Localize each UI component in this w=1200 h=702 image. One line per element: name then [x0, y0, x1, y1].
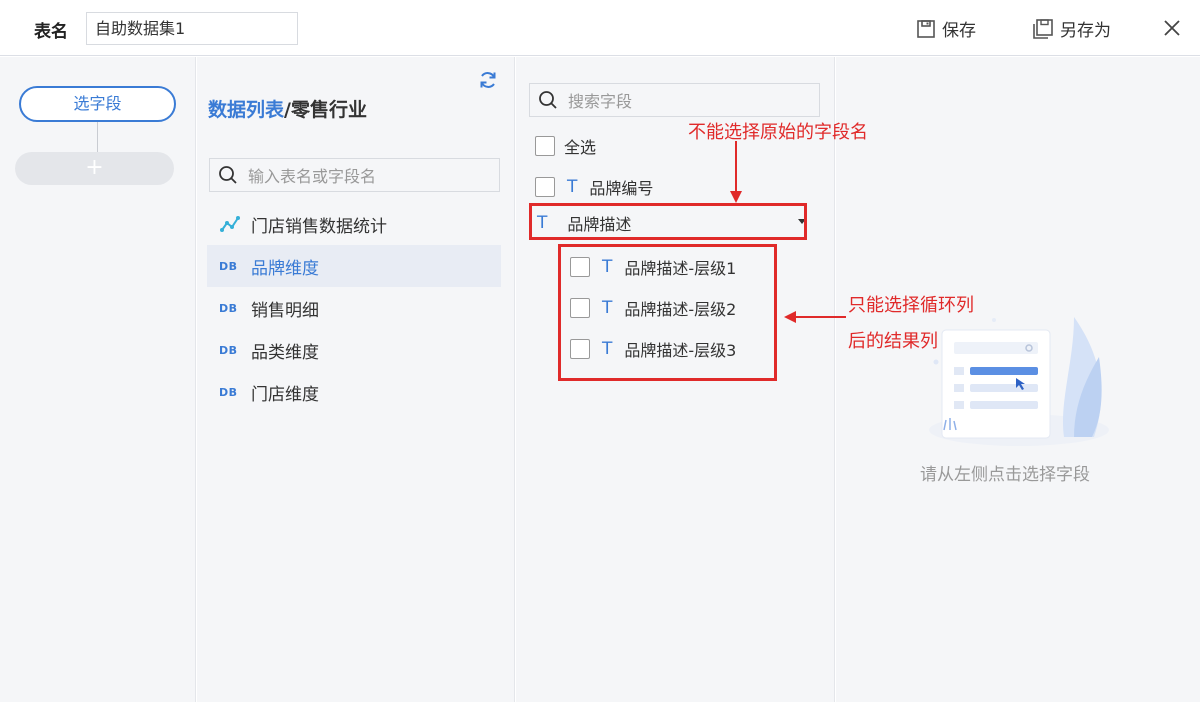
step-connector	[97, 122, 98, 152]
text-type-icon: T	[602, 339, 613, 359]
save-button[interactable]: 保存	[916, 16, 976, 41]
table-item-brand-dimension[interactable]: DB 品牌维度	[207, 245, 501, 287]
field-group-brand-desc[interactable]: T 品牌描述	[529, 206, 806, 240]
checkbox[interactable]	[570, 257, 590, 277]
field-panel: 搜索字段 全选 T 品牌编号 T 品牌描述 T 品牌描述-层级1 T 品牌描述-…	[516, 57, 835, 702]
field-label: 品牌描述-层级3	[624, 341, 737, 360]
sub-field-item[interactable]: T 品牌描述-层级2	[570, 296, 736, 320]
annotation-top-note: 不能选择原始的字段名	[688, 122, 868, 143]
data-list-title-prefix: 数据列表	[208, 99, 285, 121]
db-icon: DB	[219, 301, 238, 315]
sub-field-item[interactable]: T 品牌描述-层级3	[570, 337, 736, 361]
checkbox[interactable]	[535, 136, 555, 156]
save-as-icon	[1033, 18, 1053, 39]
step-select-fields[interactable]: 选字段	[19, 86, 176, 122]
annotation-side-note-line1: 只能选择循环列	[848, 295, 974, 316]
table-search-input[interactable]: 输入表名或字段名	[209, 158, 500, 192]
annotation-side-note-line2: 后的结果列	[848, 331, 938, 352]
preview-panel: 请从左侧点击选择字段	[836, 57, 1200, 702]
db-icon: DB	[219, 259, 238, 273]
steps-panel: 选字段 +	[0, 57, 196, 702]
text-type-icon: T	[602, 298, 613, 318]
add-step-button[interactable]: +	[15, 152, 174, 185]
field-search-placeholder: 搜索字段	[568, 92, 633, 111]
field-label: 品牌描述-层级2	[624, 300, 737, 319]
text-type-icon: T	[602, 257, 613, 277]
db-icon: DB	[219, 343, 238, 357]
table-item-sales-detail[interactable]: DB 销售明细	[207, 287, 501, 329]
close-icon[interactable]	[1162, 18, 1182, 38]
data-list-panel: 数据列表/零售行业 输入表名或字段名 门店销售数据统计 DB 品牌维度 DB 销…	[197, 57, 515, 702]
empty-state-text: 请从左侧点击选择字段	[920, 465, 1090, 485]
field-label: 品牌编号	[589, 179, 654, 198]
table-item-label: 门店销售数据统计	[251, 216, 387, 237]
db-icon: DB	[219, 385, 238, 399]
table-item-label: 门店维度	[251, 384, 319, 405]
data-list-title: 数据列表/零售行业	[208, 95, 367, 122]
save-as-button[interactable]: 另存为	[1032, 16, 1111, 41]
table-search-placeholder: 输入表名或字段名	[248, 167, 377, 186]
table-item-store-sales-stats[interactable]: 门店销售数据统计	[207, 203, 501, 245]
save-label: 保存	[942, 21, 976, 41]
table-name-label: 表名	[34, 22, 68, 42]
field-group-label: 品牌描述	[567, 215, 632, 234]
table-name-input[interactable]: 自助数据集1	[86, 12, 298, 45]
select-all-checkbox[interactable]: 全选	[535, 134, 596, 158]
save-as-label: 另存为	[1060, 21, 1111, 41]
checkbox[interactable]	[570, 339, 590, 359]
table-item-label: 品牌维度	[251, 258, 319, 279]
text-type-icon: T	[537, 213, 548, 233]
field-search-input[interactable]: 搜索字段	[529, 83, 820, 117]
empty-state-illustration	[929, 317, 1109, 446]
caret-down-icon[interactable]	[798, 219, 806, 224]
save-icon	[917, 19, 935, 38]
search-icon	[219, 166, 237, 184]
annotation-arrow-left-icon	[784, 311, 846, 323]
refresh-icon[interactable]	[478, 70, 498, 90]
select-all-label: 全选	[564, 138, 597, 157]
field-label: 品牌描述-层级1	[624, 259, 737, 278]
data-list-title-suffix: /零售行业	[284, 99, 367, 121]
field-item-brand-code[interactable]: T 品牌编号	[535, 175, 653, 199]
table-item-label: 销售明细	[251, 300, 319, 321]
sub-field-item[interactable]: T 品牌描述-层级1	[570, 255, 736, 279]
search-icon	[539, 91, 557, 109]
checkbox[interactable]	[535, 177, 555, 197]
table-item-label: 品类维度	[251, 342, 319, 363]
text-type-icon: T	[567, 177, 578, 197]
checkbox[interactable]	[570, 298, 590, 318]
annotation-arrow-down-icon	[730, 141, 742, 203]
table-item-category-dimension[interactable]: DB 品类维度	[207, 329, 501, 371]
table-item-store-dimension[interactable]: DB 门店维度	[207, 371, 501, 413]
header-bar: 表名 自助数据集1 保存 另存为	[0, 0, 1200, 56]
analysis-icon	[219, 215, 243, 233]
table-list: 门店销售数据统计 DB 品牌维度 DB 销售明细 DB 品类维度 DB 门店维度	[207, 203, 501, 413]
